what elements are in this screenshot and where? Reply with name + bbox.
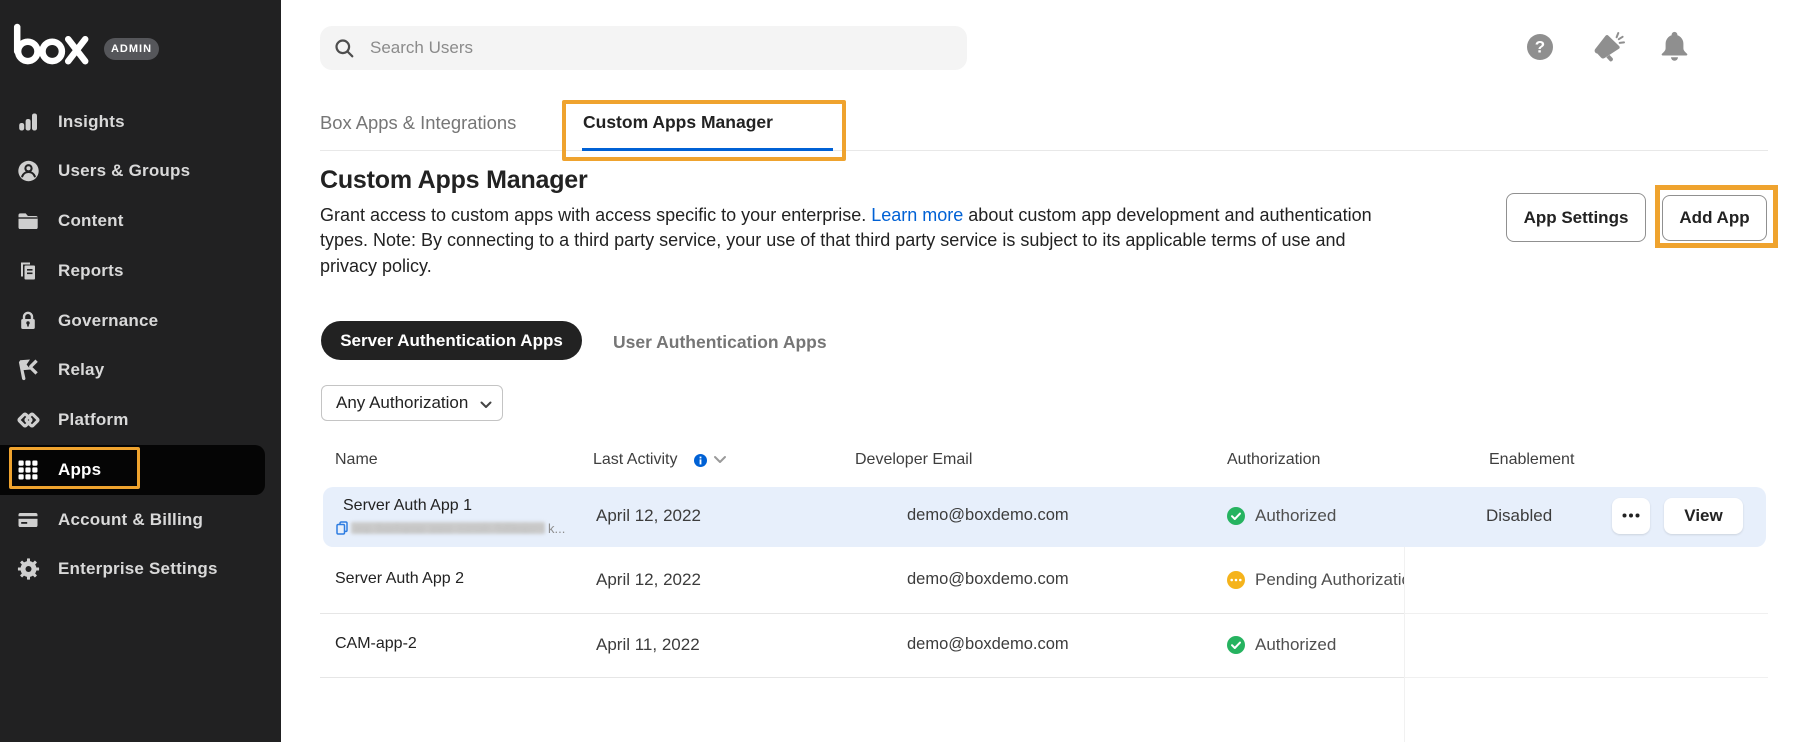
svg-text:?: ? xyxy=(1535,38,1545,57)
